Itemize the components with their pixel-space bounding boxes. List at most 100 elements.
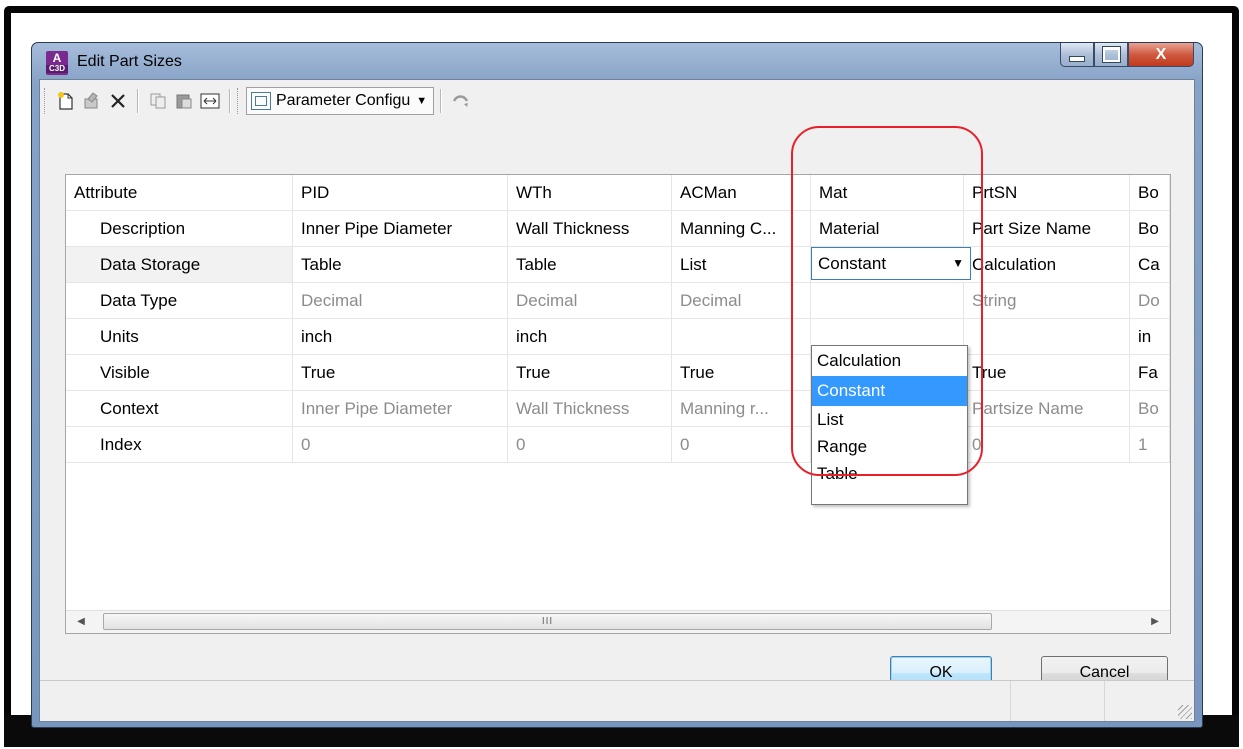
table-cell[interactable]: in bbox=[1130, 319, 1170, 354]
attribute-label: Data Storage bbox=[66, 247, 293, 282]
table-header-row: Attribute PID WTh ACMan Mat PrtSN Bo bbox=[66, 175, 1170, 211]
table-cell[interactable]: 0 bbox=[672, 427, 811, 462]
chevron-down-icon[interactable]: ▼ bbox=[952, 248, 964, 279]
status-divider bbox=[1010, 681, 1011, 721]
table-row: Context Inner Pipe Diameter Wall Thickne… bbox=[66, 391, 1170, 427]
table-cell[interactable]: Calculation bbox=[964, 247, 1130, 282]
table-cell[interactable]: True bbox=[672, 355, 811, 390]
toolbar-grip[interactable] bbox=[44, 88, 49, 114]
column-header[interactable]: PrtSN bbox=[964, 175, 1130, 210]
table-cell[interactable]: Decimal bbox=[293, 283, 508, 318]
table-cell[interactable]: Material bbox=[811, 211, 964, 246]
parameter-configuration-icon bbox=[251, 92, 271, 110]
attribute-label: Description bbox=[66, 211, 293, 246]
minimize-icon bbox=[1069, 55, 1085, 62]
attribute-label: Visible bbox=[66, 355, 293, 390]
column-header[interactable]: Bo bbox=[1130, 175, 1170, 210]
attribute-label: Units bbox=[66, 319, 293, 354]
table-row: Visible True True True True Fa bbox=[66, 355, 1170, 391]
scroll-left-icon[interactable]: ◀ bbox=[70, 611, 92, 633]
column-header[interactable]: WTh bbox=[508, 175, 672, 210]
table-cell[interactable]: 0 bbox=[508, 427, 672, 462]
minimize-button[interactable] bbox=[1060, 43, 1094, 67]
table-cell[interactable]: String bbox=[964, 283, 1130, 318]
table-cell[interactable]: Bo bbox=[1130, 391, 1170, 426]
scrollbar-thumb[interactable]: III bbox=[103, 613, 992, 630]
dropdown-option-table[interactable]: Table bbox=[812, 460, 967, 487]
table-cell[interactable]: Table bbox=[508, 247, 672, 282]
table-row: Index 0 0 0 0 0 1 bbox=[66, 427, 1170, 463]
toolbar-grip[interactable] bbox=[237, 88, 242, 114]
parameter-configuration-dropdown[interactable]: Parameter Configu ▼ bbox=[246, 87, 435, 115]
attribute-label: Index bbox=[66, 427, 293, 462]
table-cell[interactable]: Decimal bbox=[508, 283, 672, 318]
table-cell[interactable]: Manning r... bbox=[672, 391, 811, 426]
table-cell[interactable]: Part Size Name bbox=[964, 211, 1130, 246]
table-cell[interactable]: inch bbox=[508, 319, 672, 354]
table-row: Description Inner Pipe Diameter Wall Thi… bbox=[66, 211, 1170, 247]
window-controls: X bbox=[1060, 43, 1194, 69]
table-cell[interactable] bbox=[811, 283, 964, 318]
table-cell[interactable]: List bbox=[672, 247, 811, 282]
table-cell[interactable]: Inner Pipe Diameter bbox=[293, 391, 508, 426]
column-header[interactable]: Mat bbox=[811, 175, 964, 210]
edit-part-sizes-dialog: A C3D Edit Part Sizes X Parameter Config… bbox=[31, 42, 1203, 728]
table-cell[interactable]: Inner Pipe Diameter bbox=[293, 211, 508, 246]
resize-grip-icon[interactable] bbox=[1178, 705, 1192, 719]
table-cell[interactable] bbox=[964, 319, 1130, 354]
table-row: Units inch inch in bbox=[66, 319, 1170, 355]
table-cell[interactable]: Bo bbox=[1130, 211, 1170, 246]
dropdown-option-list[interactable]: List bbox=[812, 406, 967, 433]
table-cell[interactable]: True bbox=[964, 355, 1130, 390]
toolbar-separator bbox=[229, 89, 231, 113]
data-storage-combobox[interactable]: Constant ▼ bbox=[811, 247, 971, 280]
table-cell[interactable]: 1 bbox=[1130, 427, 1170, 462]
attribute-label: Data Type bbox=[66, 283, 293, 318]
copy-icon[interactable] bbox=[145, 88, 171, 114]
close-button[interactable]: X bbox=[1128, 43, 1194, 67]
table-cell[interactable]: Manning C... bbox=[672, 211, 811, 246]
table-cell[interactable]: Table bbox=[293, 247, 508, 282]
dropdown-option-calculation[interactable]: Calculation bbox=[812, 346, 967, 376]
refresh-icon[interactable] bbox=[448, 88, 474, 114]
delete-icon[interactable] bbox=[105, 88, 131, 114]
table-cell[interactable]: inch bbox=[293, 319, 508, 354]
edit-icon[interactable] bbox=[79, 88, 105, 114]
table-cell[interactable]: Fa bbox=[1130, 355, 1170, 390]
dialog-title: Edit Part Sizes bbox=[77, 53, 182, 70]
dropdown-option-constant[interactable]: Constant bbox=[812, 376, 967, 406]
toolbar: Parameter Configu ▼ bbox=[44, 84, 1188, 118]
table-cell[interactable]: Decimal bbox=[672, 283, 811, 318]
scroll-right-icon[interactable]: ▶ bbox=[1144, 611, 1166, 633]
table-cell[interactable]: Wall Thickness bbox=[508, 211, 672, 246]
maximize-icon bbox=[1101, 46, 1121, 63]
table-cell[interactable]: Partsize Name bbox=[964, 391, 1130, 426]
column-header[interactable]: PID bbox=[293, 175, 508, 210]
maximize-button[interactable] bbox=[1094, 43, 1128, 67]
table-cell[interactable]: Do bbox=[1130, 283, 1170, 318]
new-parameter-icon[interactable] bbox=[53, 88, 79, 114]
parameter-configuration-label: Parameter Configu bbox=[276, 92, 411, 109]
table-row: Data Storage Table Table List Constant ▼… bbox=[66, 247, 1170, 283]
close-icon: X bbox=[1155, 45, 1167, 63]
paste-icon[interactable] bbox=[171, 88, 197, 114]
table-cell[interactable]: Ca bbox=[1130, 247, 1170, 282]
data-storage-dropdown-list: Calculation Constant List Range Table bbox=[811, 345, 968, 505]
resize-columns-icon[interactable] bbox=[197, 88, 223, 114]
part-sizes-grid: Attribute PID WTh ACMan Mat PrtSN Bo Des… bbox=[65, 174, 1171, 634]
table-cell[interactable]: Wall Thickness bbox=[508, 391, 672, 426]
dropdown-option-range[interactable]: Range bbox=[812, 433, 967, 460]
table-cell[interactable]: True bbox=[508, 355, 672, 390]
table-cell[interactable]: 0 bbox=[964, 427, 1130, 462]
status-divider bbox=[1104, 681, 1105, 721]
table-cell[interactable]: True bbox=[293, 355, 508, 390]
title-bar[interactable]: A C3D Edit Part Sizes X bbox=[32, 43, 1202, 79]
table-cell[interactable] bbox=[672, 319, 811, 354]
horizontal-scrollbar[interactable]: ◀ III ▶ bbox=[66, 610, 1170, 633]
column-header-attribute[interactable]: Attribute bbox=[66, 175, 293, 210]
status-bar bbox=[40, 680, 1194, 721]
attribute-label: Context bbox=[66, 391, 293, 426]
dialog-client-area: Parameter Configu ▼ Attribute PID WTh AC… bbox=[39, 79, 1195, 722]
table-cell[interactable]: 0 bbox=[293, 427, 508, 462]
column-header[interactable]: ACMan bbox=[672, 175, 811, 210]
